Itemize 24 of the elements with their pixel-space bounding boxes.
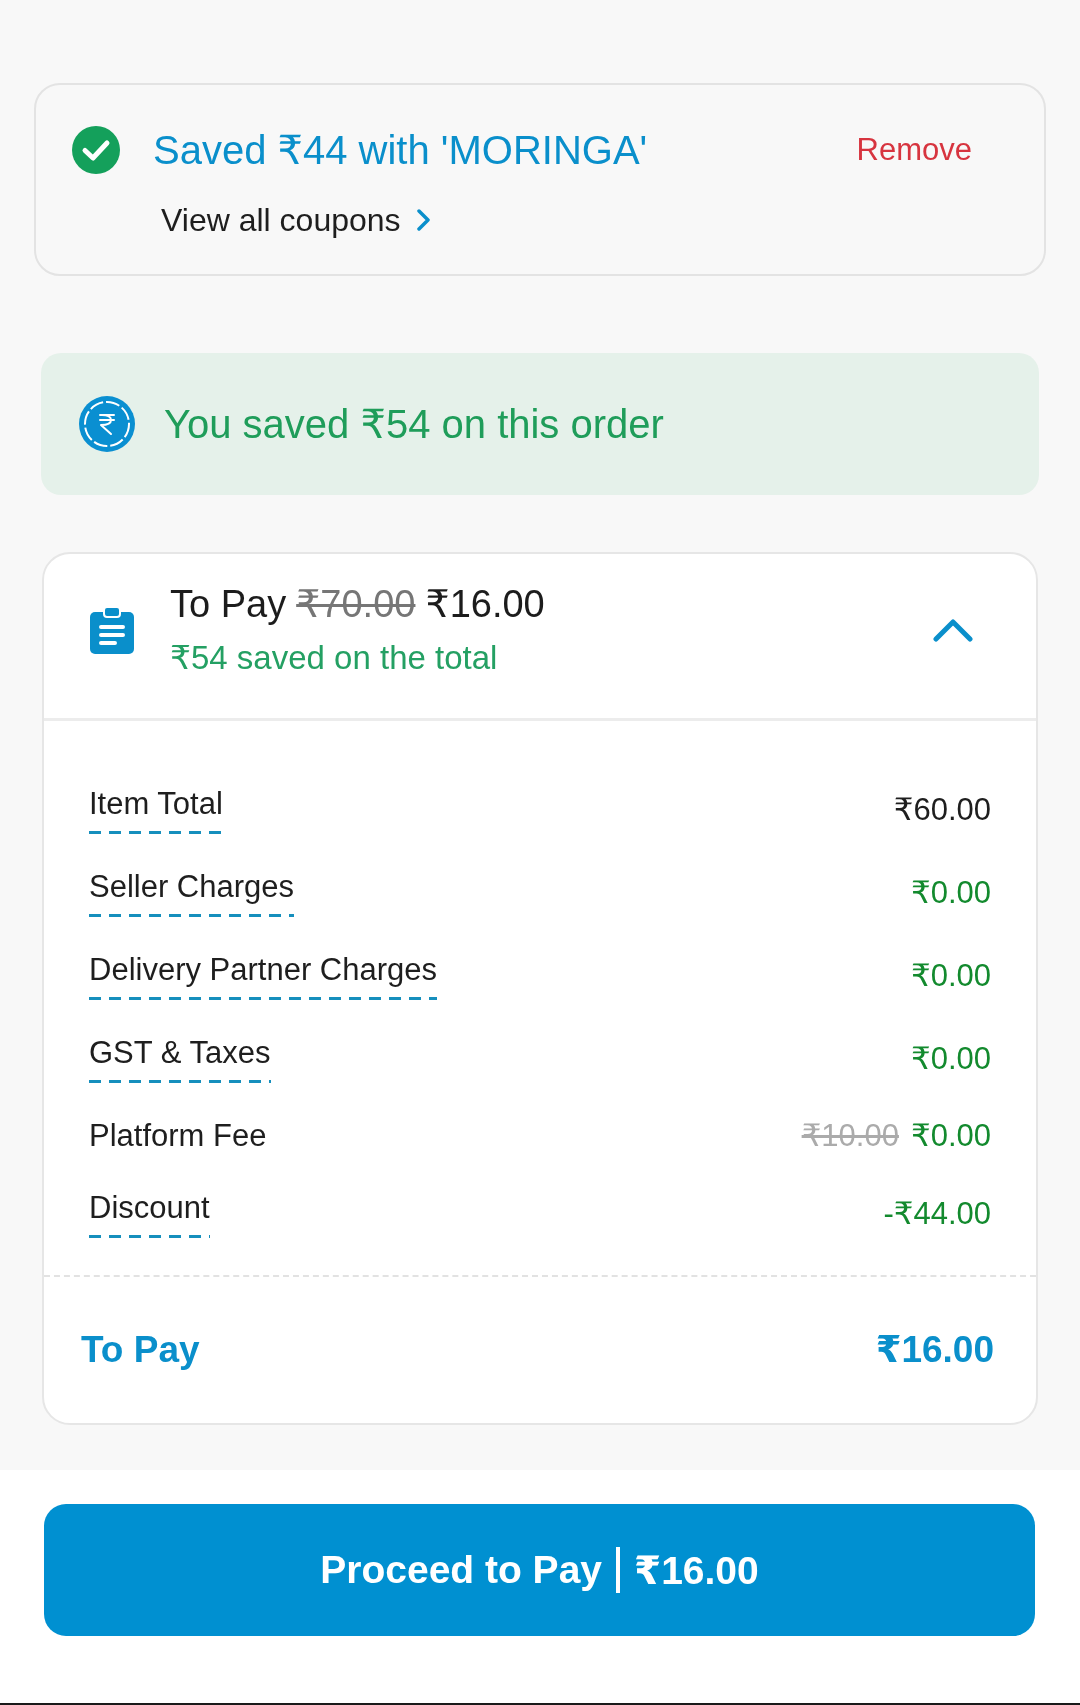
charge-label: Platform Fee [89, 1117, 267, 1155]
charge-value: ₹0.00 [910, 1117, 991, 1155]
to-pay-total-value: ₹16.00 [875, 1328, 994, 1372]
total-amount: ₹16.00 [425, 582, 545, 627]
original-total: ₹70.00 [296, 582, 416, 627]
charge-value: -₹44.00 [883, 1194, 991, 1233]
charge-value: ₹0.00 [910, 956, 991, 995]
clipboard-icon [90, 605, 134, 654]
rupee-coin-icon [79, 396, 135, 452]
to-pay-total-label: To Pay [81, 1328, 200, 1372]
remove-button[interactable]: Remove [856, 130, 972, 170]
view-coupons-link[interactable]: View all coupons [161, 201, 430, 239]
charge-value: ₹0.00 [910, 873, 991, 912]
charge-value: ₹60.00 [893, 790, 991, 829]
original-charge-value: ₹10.00 [801, 1117, 899, 1155]
chevron-right-icon [416, 209, 430, 231]
proceed-to-pay-button[interactable]: Proceed to Pay ₹16.00 [44, 1504, 1035, 1636]
coupon-applied-title: Saved ₹44 with 'MORINGA' [153, 127, 648, 174]
charge-value: ₹0.00 [910, 1039, 991, 1078]
check-circle-icon [72, 126, 120, 174]
to-pay-label: To Pay [170, 582, 287, 627]
chevron-up-icon[interactable] [933, 617, 973, 642]
savings-text: You saved ₹54 on this order [164, 401, 664, 447]
savings-note: ₹54 saved on the total [170, 638, 498, 678]
